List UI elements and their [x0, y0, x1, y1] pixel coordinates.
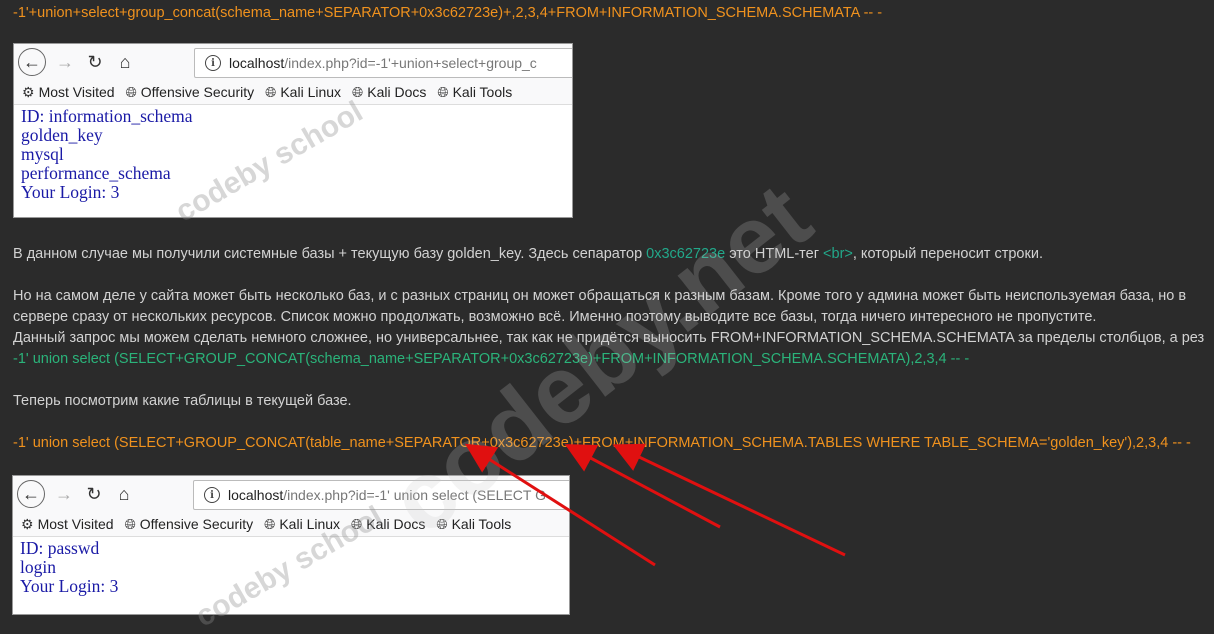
arrow-separator	[464, 443, 656, 567]
arrow-information-schema	[612, 443, 846, 557]
annotation-arrows	[464, 443, 846, 567]
